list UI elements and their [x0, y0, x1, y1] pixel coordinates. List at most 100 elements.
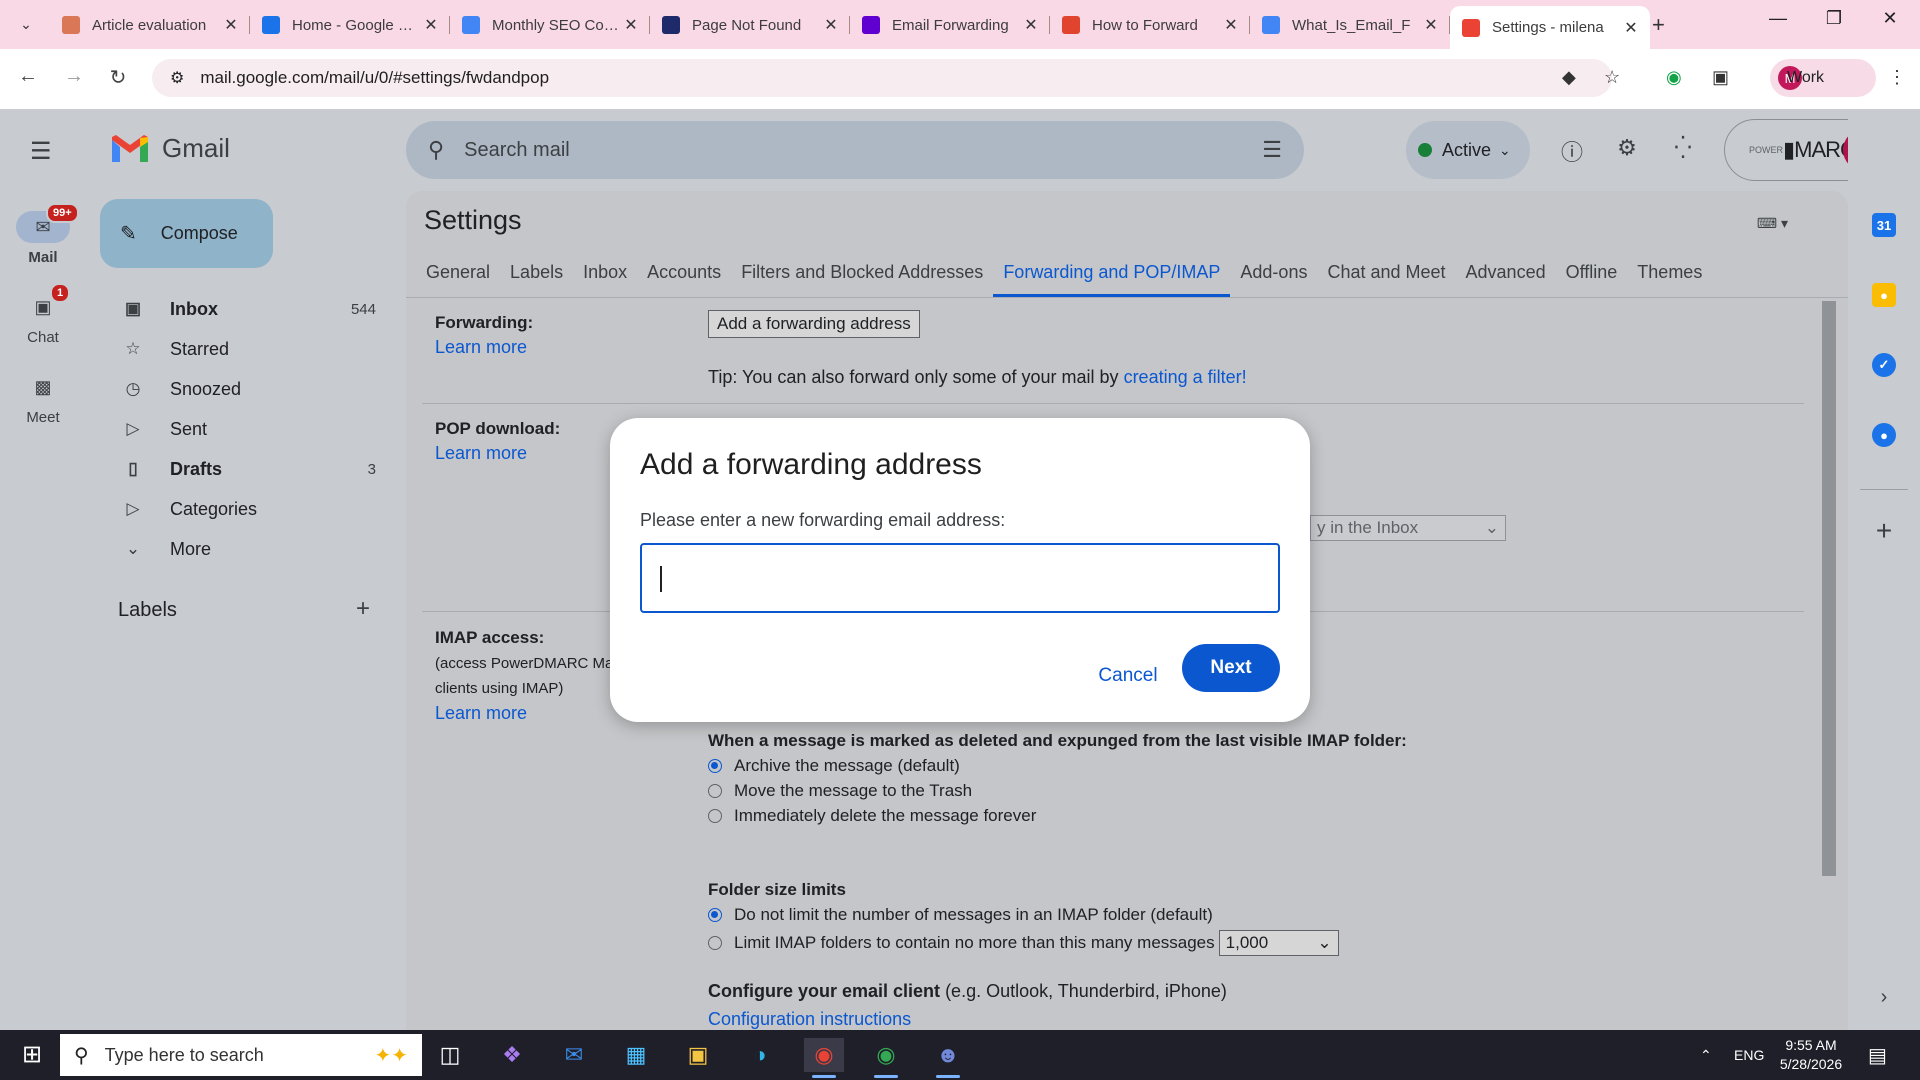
tab-themes[interactable]: Themes: [1627, 247, 1712, 297]
apps-grid-icon[interactable]: ⁛: [1668, 135, 1698, 161]
imap-learn-more-link[interactable]: Learn more: [435, 703, 527, 724]
gear-icon[interactable]: ⚙: [1612, 135, 1642, 161]
browser-tab[interactable]: How to Forward ✕: [1050, 6, 1250, 44]
tab-close-icon[interactable]: ✕: [822, 15, 840, 35]
tab-general[interactable]: General: [416, 247, 500, 297]
calendar-icon[interactable]: 31: [1872, 213, 1896, 237]
tab-close-icon[interactable]: ✕: [1622, 18, 1640, 38]
radio-unselected[interactable]: [708, 809, 722, 823]
keep-icon[interactable]: ●: [1872, 283, 1896, 307]
search-bar[interactable]: ⚲ Search mail ☰: [406, 121, 1304, 179]
copilot-icon[interactable]: ❖: [492, 1038, 532, 1072]
chrome-work-icon[interactable]: ◉: [804, 1038, 844, 1078]
folder-limit-select[interactable]: 1,000 ⌄: [1218, 930, 1339, 956]
tab-add-ons[interactable]: Add-ons: [1230, 247, 1317, 297]
compose-button[interactable]: ✎ Compose: [100, 199, 273, 268]
taskbar-clock[interactable]: 9:55 AM 5/28/2026: [1756, 1036, 1866, 1074]
configuration-instructions-link[interactable]: Configuration instructions: [708, 1009, 911, 1030]
tasks-icon[interactable]: ✓: [1872, 353, 1896, 377]
browser-tab[interactable]: Home - Google Drive ✕: [250, 6, 450, 44]
nav-item-sent[interactable]: ▷ Sent: [86, 409, 406, 449]
edge-icon[interactable]: ◑: [740, 1038, 780, 1072]
get-addons-plus-icon[interactable]: +: [1872, 515, 1896, 546]
radio-selected[interactable]: [708, 759, 722, 773]
folder-option-limit[interactable]: Limit IMAP folders to contain no more th…: [708, 930, 1339, 956]
nav-item-starred[interactable]: ☆ Starred: [86, 329, 406, 369]
back-arrow-icon[interactable]: ←: [14, 65, 42, 88]
pop-learn-more-link[interactable]: Learn more: [435, 443, 527, 464]
tab-close-icon[interactable]: ✕: [622, 15, 640, 35]
expunge-option[interactable]: Immediately delete the message forever: [708, 806, 1036, 826]
nav-item-more[interactable]: ⌄ More: [86, 529, 406, 569]
discord-icon[interactable]: ☻: [928, 1038, 968, 1078]
forward-arrow-icon[interactable]: →: [60, 65, 88, 88]
help-icon[interactable]: ⓘ: [1557, 135, 1587, 167]
forwarding-email-input[interactable]: [640, 543, 1280, 613]
new-tab-plus-icon[interactable]: +: [1652, 12, 1665, 38]
maximize-icon[interactable]: ❐: [1814, 8, 1854, 29]
folder-option-no-limit[interactable]: Do not limit the number of messages in a…: [708, 905, 1213, 925]
tab-close-icon[interactable]: ✕: [1022, 15, 1040, 35]
radio-unselected[interactable]: [708, 936, 722, 950]
chrome-icon[interactable]: ◉: [866, 1038, 906, 1078]
taskbar-search[interactable]: ⚲ Type here to search ✦✦: [60, 1034, 422, 1076]
tab-forwarding-and-pop-imap[interactable]: Forwarding and POP/IMAP: [993, 247, 1231, 297]
add-label-plus-icon[interactable]: +: [356, 595, 370, 623]
site-info-icon[interactable]: ⚙: [170, 68, 184, 88]
search-input[interactable]: Search mail: [464, 139, 570, 162]
pop-action-select[interactable]: y in the Inbox ⌄: [1310, 515, 1506, 541]
add-forwarding-address-button[interactable]: Add a forwarding address: [708, 310, 920, 338]
tab-close-icon[interactable]: ✕: [222, 15, 240, 35]
tab-accounts[interactable]: Accounts: [637, 247, 731, 297]
outlook-icon[interactable]: ✉: [554, 1038, 594, 1072]
search-options-icon[interactable]: ☰: [1262, 137, 1282, 163]
creating-filter-link[interactable]: creating a filter!: [1124, 367, 1247, 387]
microsoft-store-icon[interactable]: ▦: [616, 1038, 656, 1072]
task-view-icon[interactable]: ◫: [430, 1038, 470, 1072]
nav-item-inbox[interactable]: ▣ Inbox 544: [86, 289, 406, 329]
tab-search-chevron-icon[interactable]: ⌄: [14, 12, 38, 36]
tab-close-icon[interactable]: ✕: [1422, 15, 1440, 35]
extensions-puzzle-icon[interactable]: ▣: [1712, 67, 1729, 88]
reload-icon[interactable]: ↻: [104, 65, 132, 90]
browser-tab[interactable]: Settings - milena ✕: [1450, 6, 1650, 49]
nav-item-snoozed[interactable]: ◷ Snoozed: [86, 369, 406, 409]
rail-item-mail[interactable]: ✉ 99+ Mail: [0, 203, 86, 266]
main-menu-icon[interactable]: ☰: [30, 137, 52, 166]
expunge-option[interactable]: Move the message to the Trash: [708, 781, 972, 801]
windows-start-icon[interactable]: ⊞: [12, 1042, 52, 1068]
tab-labels[interactable]: Labels: [500, 247, 573, 297]
file-explorer-icon[interactable]: ▣: [678, 1038, 718, 1072]
minimize-icon[interactable]: —: [1758, 8, 1798, 29]
tray-overflow-chevron-icon[interactable]: ⌃: [1700, 1030, 1712, 1080]
profile-chip[interactable]: M Work: [1770, 59, 1876, 97]
window-close-icon[interactable]: ✕: [1870, 8, 1910, 29]
notifications-icon[interactable]: ▤: [1868, 1030, 1887, 1080]
search-icon[interactable]: ⚲: [428, 137, 444, 163]
contacts-icon[interactable]: ●: [1872, 423, 1896, 447]
cancel-button[interactable]: Cancel: [1088, 652, 1168, 700]
address-bar[interactable]: ⚙ mail.google.com/mail/u/0/#settings/fwd…: [152, 59, 1612, 97]
extension-diamond-icon[interactable]: ◆: [1562, 67, 1576, 88]
tab-chat-and-meet[interactable]: Chat and Meet: [1317, 247, 1455, 297]
expunge-option[interactable]: Archive the message (default): [708, 756, 960, 776]
browser-tab[interactable]: What_Is_Email_F ✕: [1250, 6, 1450, 44]
bookmark-star-icon[interactable]: ☆: [1604, 67, 1620, 88]
tab-offline[interactable]: Offline: [1556, 247, 1628, 297]
forwarding-learn-more-link[interactable]: Learn more: [435, 337, 527, 358]
tab-advanced[interactable]: Advanced: [1456, 247, 1556, 297]
browser-tab[interactable]: Monthly SEO Content✕: [450, 6, 650, 44]
browser-tab[interactable]: Email Forwarding ✕: [850, 6, 1050, 44]
gmail-logo[interactable]: Gmail: [110, 133, 230, 164]
next-button[interactable]: Next: [1182, 644, 1280, 692]
radio-selected[interactable]: [708, 908, 722, 922]
browser-tab[interactable]: Page Not Found ✕: [650, 6, 850, 44]
nav-item-categories[interactable]: ▷ Categories: [86, 489, 406, 529]
rail-item-chat[interactable]: ▣ 1 Chat: [0, 283, 86, 346]
browser-tab[interactable]: Article evaluation ✕: [50, 6, 250, 44]
tab-filters-and-blocked-addresses[interactable]: Filters and Blocked Addresses: [731, 247, 993, 297]
rail-item-meet[interactable]: ▩ Meet: [0, 371, 86, 427]
chevron-right-icon[interactable]: ›: [1872, 985, 1896, 1009]
radio-unselected[interactable]: [708, 784, 722, 798]
input-tools-keyboard-icon[interactable]: ⌨ ▾: [1757, 215, 1788, 232]
